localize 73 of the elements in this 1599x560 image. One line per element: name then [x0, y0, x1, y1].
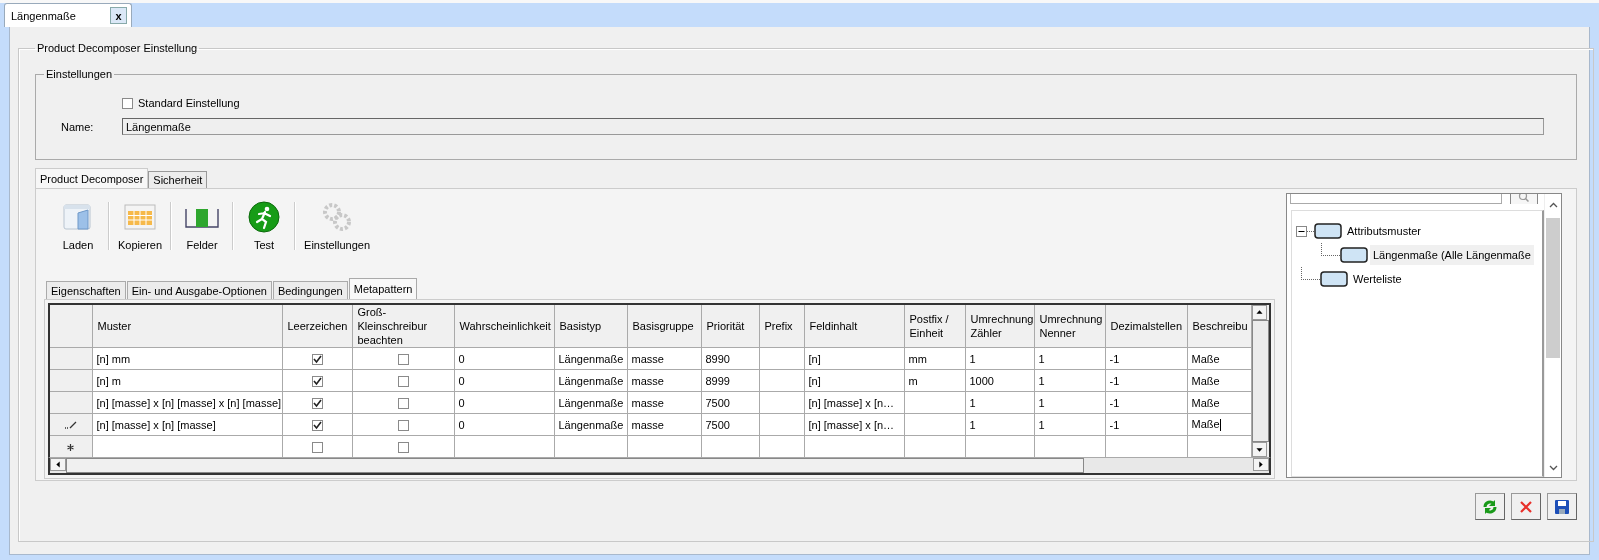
column-header[interactable]: Basisgruppe [627, 305, 701, 348]
column-header[interactable]: Postfix / Einheit [904, 305, 965, 348]
tab[interactable]: Eigenschaften [46, 281, 126, 299]
close-button[interactable]: x [110, 7, 127, 24]
column-header[interactable]: Prefix [759, 305, 804, 348]
refresh-button[interactable] [1475, 493, 1505, 520]
toolbar-button[interactable]: Test [234, 201, 295, 251]
toolbar-button[interactable]: Kopieren [110, 201, 171, 251]
scroll-up-icon[interactable] [1252, 305, 1268, 320]
column-header[interactable]: Leerzeichen [282, 305, 352, 348]
column-header[interactable]: Priorität [701, 305, 759, 348]
scroll-down-icon[interactable] [1548, 465, 1558, 471]
column-header[interactable]: Feldinhalt [804, 305, 904, 348]
scroll-right-icon[interactable] [1253, 458, 1269, 471]
tree-item[interactable]: Werteliste [1350, 269, 1405, 289]
tab[interactable]: Ein- und Ausgabe-Optionen [126, 281, 272, 299]
document-tab[interactable]: Längenmaße x [4, 3, 132, 27]
checkbox[interactable] [311, 353, 323, 365]
tab[interactable]: Bedingungen [272, 281, 348, 299]
asterisk-icon [67, 443, 75, 451]
column-header[interactable]: Groß-Kleinschreibur beachten [352, 305, 454, 348]
column-header[interactable]: Dezimalstellen [1105, 305, 1187, 348]
close-icon [1519, 499, 1533, 514]
tree-item[interactable]: Attributsmuster [1344, 221, 1424, 241]
column-header[interactable]: Umrechnung Zähler [965, 305, 1034, 348]
checkbox[interactable] [397, 353, 409, 365]
checkbox[interactable] [311, 419, 323, 431]
checkbox[interactable] [397, 375, 409, 387]
tab[interactable]: Product Decomposer [35, 168, 149, 188]
vertical-scrollbar[interactable] [1251, 305, 1269, 457]
field-label: Name: [60, 120, 95, 133]
checkbox[interactable] [311, 375, 323, 387]
column-header[interactable]: Umrechnung Nenner [1034, 305, 1105, 348]
tab[interactable]: Sicherheit [148, 171, 208, 188]
group-title: Einstellungen [45, 68, 114, 80]
checkbox[interactable] [397, 441, 409, 453]
column-header[interactable]: Basistyp [554, 305, 627, 348]
checkbox[interactable] [397, 397, 409, 409]
checkbox[interactable] [311, 397, 323, 409]
checkbox-label: Standard Einstellung [138, 97, 240, 109]
horizontal-scrollbar[interactable] [48, 457, 1271, 475]
name-field[interactable]: Längenmaße [122, 118, 1544, 135]
scroll-up-icon[interactable] [1548, 202, 1558, 208]
node-icon [1314, 223, 1342, 239]
collapse-icon[interactable] [1296, 225, 1307, 237]
table-cell: [n] [masse] x [n] [masse] [92, 413, 282, 436]
column-header[interactable]: Beschreibu [1187, 305, 1252, 348]
group-title: Product Decomposer Einstellung [36, 42, 199, 54]
tab[interactable]: Metapattern [348, 278, 418, 299]
checkbox[interactable] [311, 441, 323, 453]
checkbox[interactable] [397, 419, 409, 431]
search-icon[interactable] [1510, 194, 1538, 204]
table-cell: [n] [masse] x [n] [masse] x [n] [masse] [92, 391, 282, 414]
scroll-left-icon[interactable] [50, 458, 66, 471]
toolbar-button[interactable]: Felder [172, 201, 233, 251]
toolbar-button[interactable]: Laden [48, 201, 108, 251]
node-icon [1320, 271, 1348, 287]
search-field[interactable] [1290, 194, 1502, 204]
tree-item[interactable]: Längenmaße (Alle Längenmaße [1370, 245, 1534, 265]
column-header[interactable]: Muster [92, 305, 282, 348]
column-header[interactable]: Wahrscheinlichkeit [454, 305, 554, 348]
table-cell: [n] mm [92, 347, 282, 370]
document-icon [62, 201, 94, 233]
table-icon [124, 201, 156, 233]
table-cell: [n] m [92, 369, 282, 392]
checkbox[interactable] [122, 97, 133, 109]
refresh-icon [1482, 498, 1498, 515]
running-figure-icon [248, 201, 281, 233]
save-button[interactable] [1547, 493, 1577, 520]
scroll-down-icon[interactable] [1252, 442, 1268, 457]
node-icon [1340, 247, 1368, 263]
tab-title: Längenmaße [11, 9, 76, 22]
cancel-button[interactable] [1511, 493, 1541, 520]
